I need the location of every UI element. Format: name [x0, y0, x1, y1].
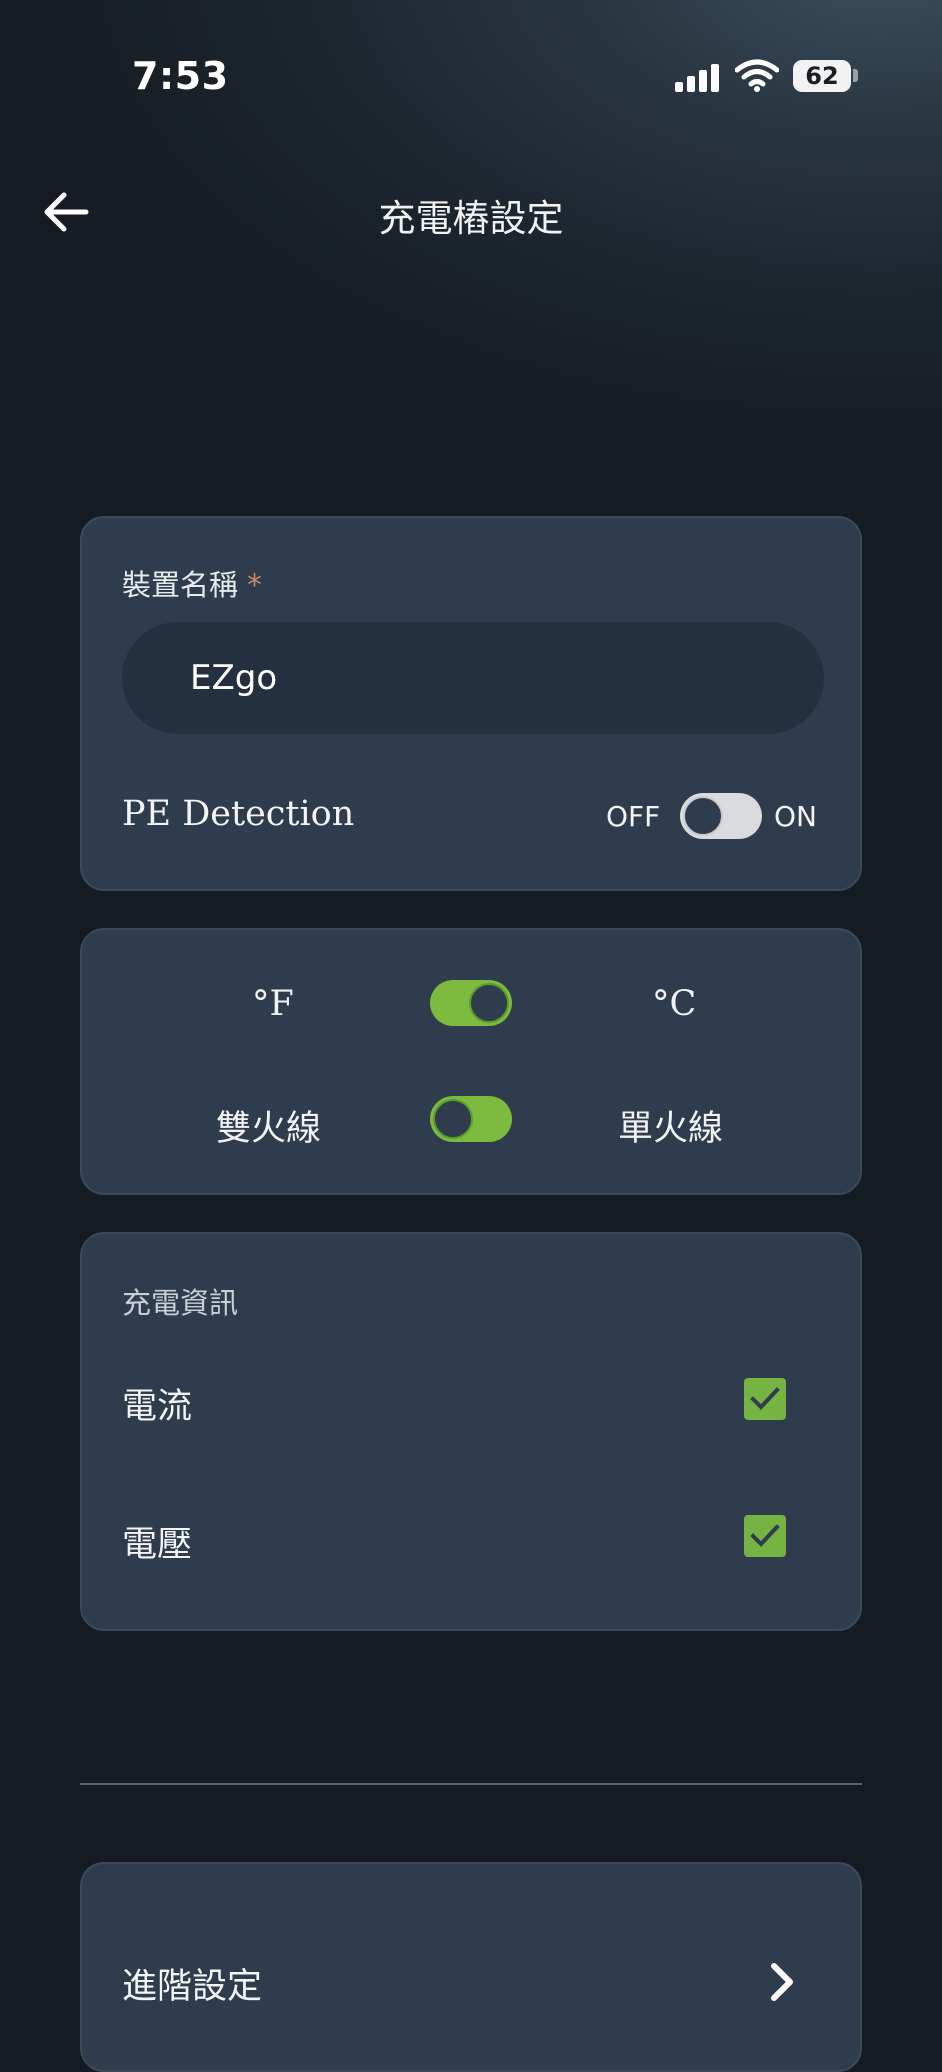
live-wire-mode-toggle[interactable] — [430, 1096, 512, 1142]
wifi-icon — [735, 59, 779, 92]
voltage-label: 電壓 — [122, 1525, 193, 1565]
page-title: 充電樁設定 — [378, 197, 564, 240]
battery-tip-icon — [853, 69, 858, 82]
charging-info-card: 充電資訊 電流 電壓 — [80, 1232, 862, 1631]
cellular-signal-icon — [675, 62, 721, 92]
toggle-knob — [469, 983, 509, 1023]
single-live-wire-label: 單火線 — [618, 1109, 724, 1149]
section-divider — [80, 1783, 862, 1785]
device-settings-card: 裝置名稱 * PE Detection OFF ON — [80, 516, 862, 891]
device-name-label: 裝置名稱 * — [122, 562, 262, 604]
temperature-unit-toggle[interactable] — [430, 980, 512, 1026]
celsius-label: °C — [652, 984, 697, 1024]
status-time: 7:53 — [132, 54, 229, 98]
chevron-right-icon — [771, 1963, 793, 2001]
unit-settings-card: °F °C 雙火線 單火線 — [80, 928, 862, 1195]
battery-indicator: 62 — [793, 60, 851, 92]
device-name-label-text: 裝置名稱 — [122, 568, 239, 602]
pe-detection-label: PE Detection — [122, 794, 355, 834]
device-name-input[interactable] — [122, 622, 824, 734]
current-label: 電流 — [122, 1387, 193, 1427]
pe-detection-toggle[interactable] — [680, 793, 762, 839]
check-icon — [750, 1524, 780, 1547]
advanced-settings-label: 進階設定 — [122, 1967, 263, 2007]
voltage-checkbox[interactable] — [744, 1515, 786, 1557]
fahrenheit-label: °F — [252, 984, 294, 1024]
charging-info-section-label: 充電資訊 — [122, 1286, 239, 1320]
required-mark: * — [247, 568, 262, 602]
pe-on-label: ON — [774, 800, 817, 833]
dual-live-wire-label: 雙火線 — [216, 1109, 322, 1149]
check-icon — [750, 1387, 780, 1410]
toggle-knob — [683, 796, 723, 836]
advanced-settings-row[interactable]: 進階設定 — [80, 1862, 862, 2072]
toggle-knob — [433, 1099, 473, 1139]
current-checkbox[interactable] — [744, 1378, 786, 1420]
pe-off-label: OFF — [606, 800, 661, 833]
